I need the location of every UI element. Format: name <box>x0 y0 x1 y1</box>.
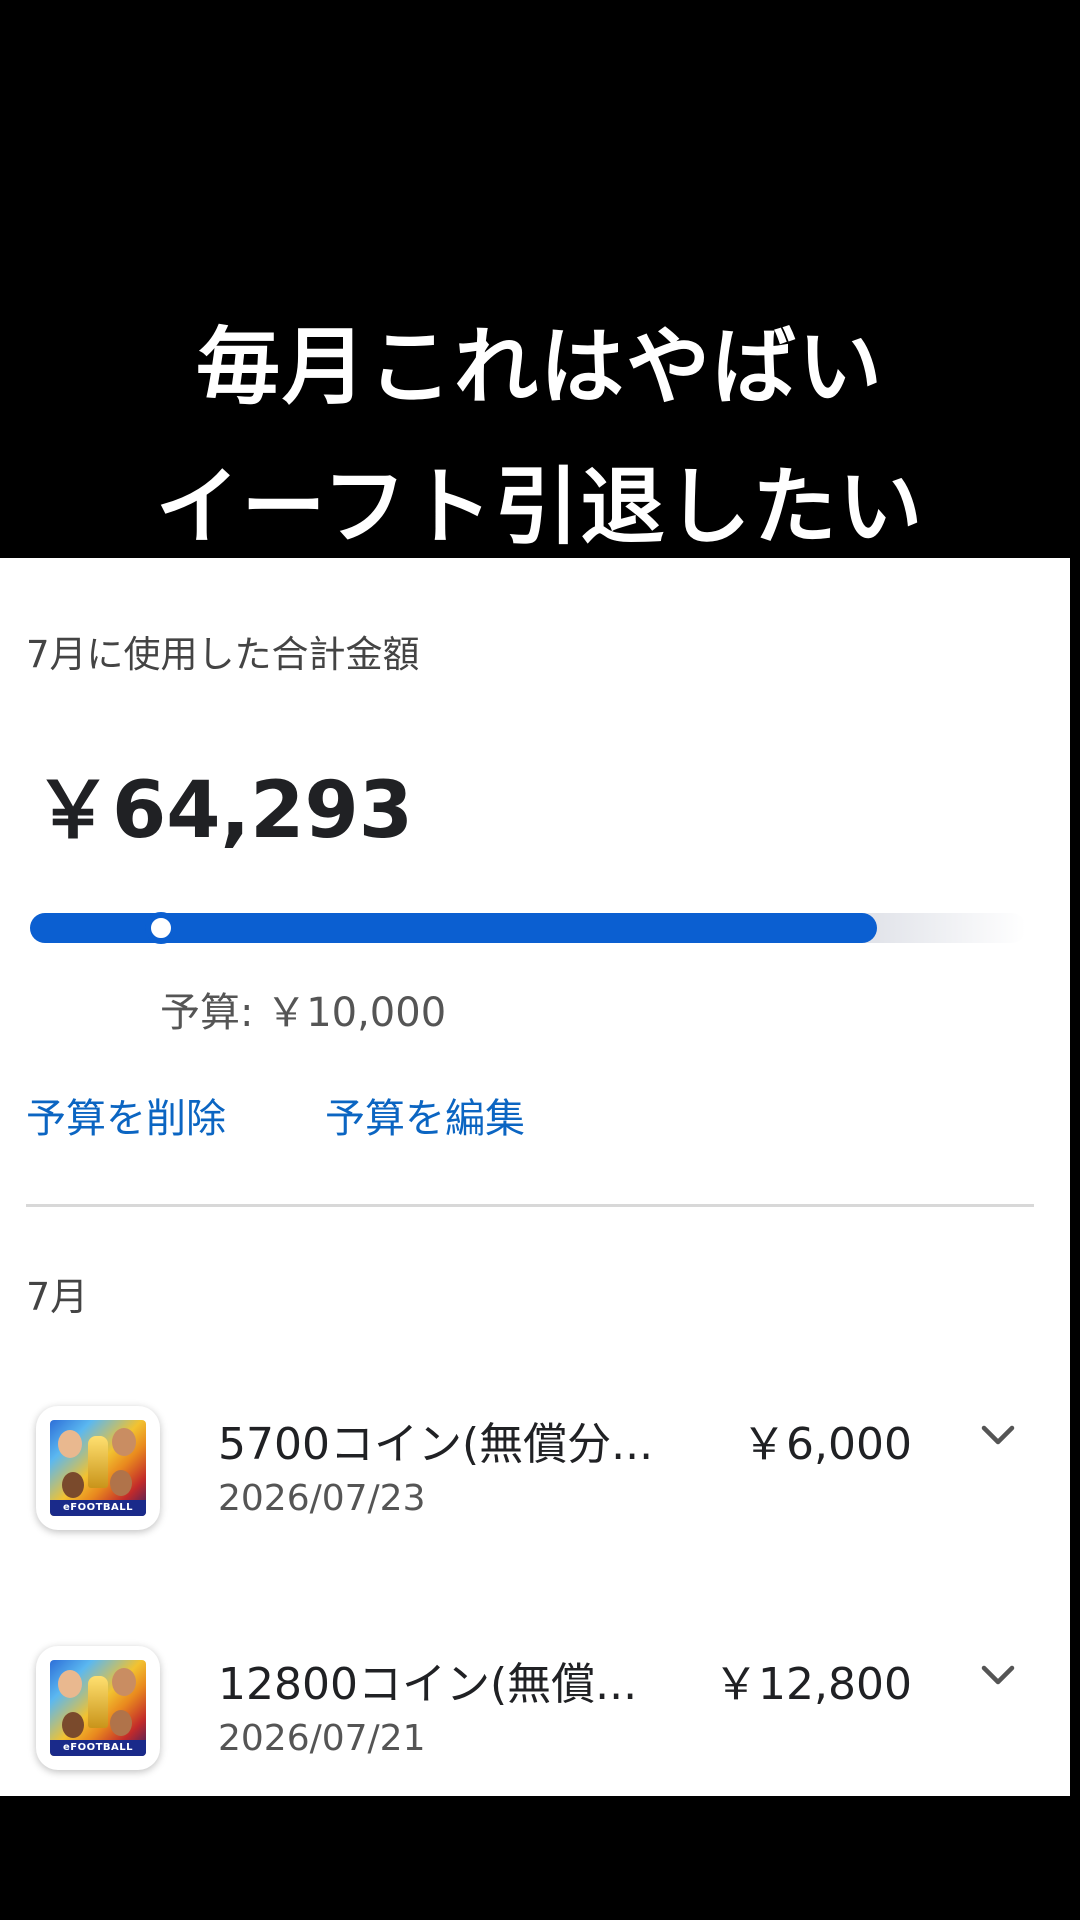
chevron-down-icon[interactable] <box>978 1416 1018 1456</box>
bottom-black-bar <box>0 1796 1080 1920</box>
budget-marker <box>145 912 177 944</box>
app-icon-brand: eFOOTBALL <box>50 1740 146 1756</box>
transaction-title: 12800コイン(無償... <box>218 1659 638 1710</box>
transaction-date: 2026/07/21 <box>218 1718 426 1759</box>
app-icon-brand: eFOOTBALL <box>50 1500 146 1516</box>
efootball-app-icon: eFOOTBALL <box>36 1646 160 1770</box>
delete-budget-link[interactable]: 予算を削除 <box>26 1086 226 1144</box>
total-spent-amount: ￥64,293 <box>34 766 413 856</box>
transaction-amount: ￥6,000 <box>742 1419 912 1470</box>
section-divider <box>26 1204 1034 1207</box>
month-header: 7月 <box>26 1275 89 1319</box>
video-caption-overlay: 毎月これはやばい イーフト引退したい <box>0 0 1080 558</box>
transaction-date: 2026/07/23 <box>218 1478 426 1519</box>
efootball-app-icon: eFOOTBALL <box>36 1406 160 1530</box>
transaction-row[interactable]: eFOOTBALL 5700コイン(無償分... 2026/07/23 ￥6,0… <box>0 1406 1070 1546</box>
transaction-amount: ￥12,800 <box>714 1659 912 1710</box>
edit-budget-link[interactable]: 予算を編集 <box>325 1086 525 1144</box>
caption-line-1: 毎月これはやばい <box>195 317 884 416</box>
total-spent-label: 7月に使用した合計金額 <box>26 633 420 676</box>
app-icon-artwork: eFOOTBALL <box>50 1420 146 1516</box>
chevron-down-icon[interactable] <box>978 1656 1018 1696</box>
caption-line-2: イーフト引退したい <box>155 457 925 556</box>
app-icon-artwork: eFOOTBALL <box>50 1660 146 1756</box>
transaction-row[interactable]: eFOOTBALL 12800コイン(無償... 2026/07/21 ￥12,… <box>0 1646 1070 1786</box>
budget-label: 予算: ￥10,000 <box>160 990 447 1036</box>
spending-summary-panel: 7月に使用した合計金額 ￥64,293 予算: ￥10,000 予算を削除 予算… <box>0 558 1070 1796</box>
transaction-title: 5700コイン(無償分... <box>218 1419 654 1470</box>
